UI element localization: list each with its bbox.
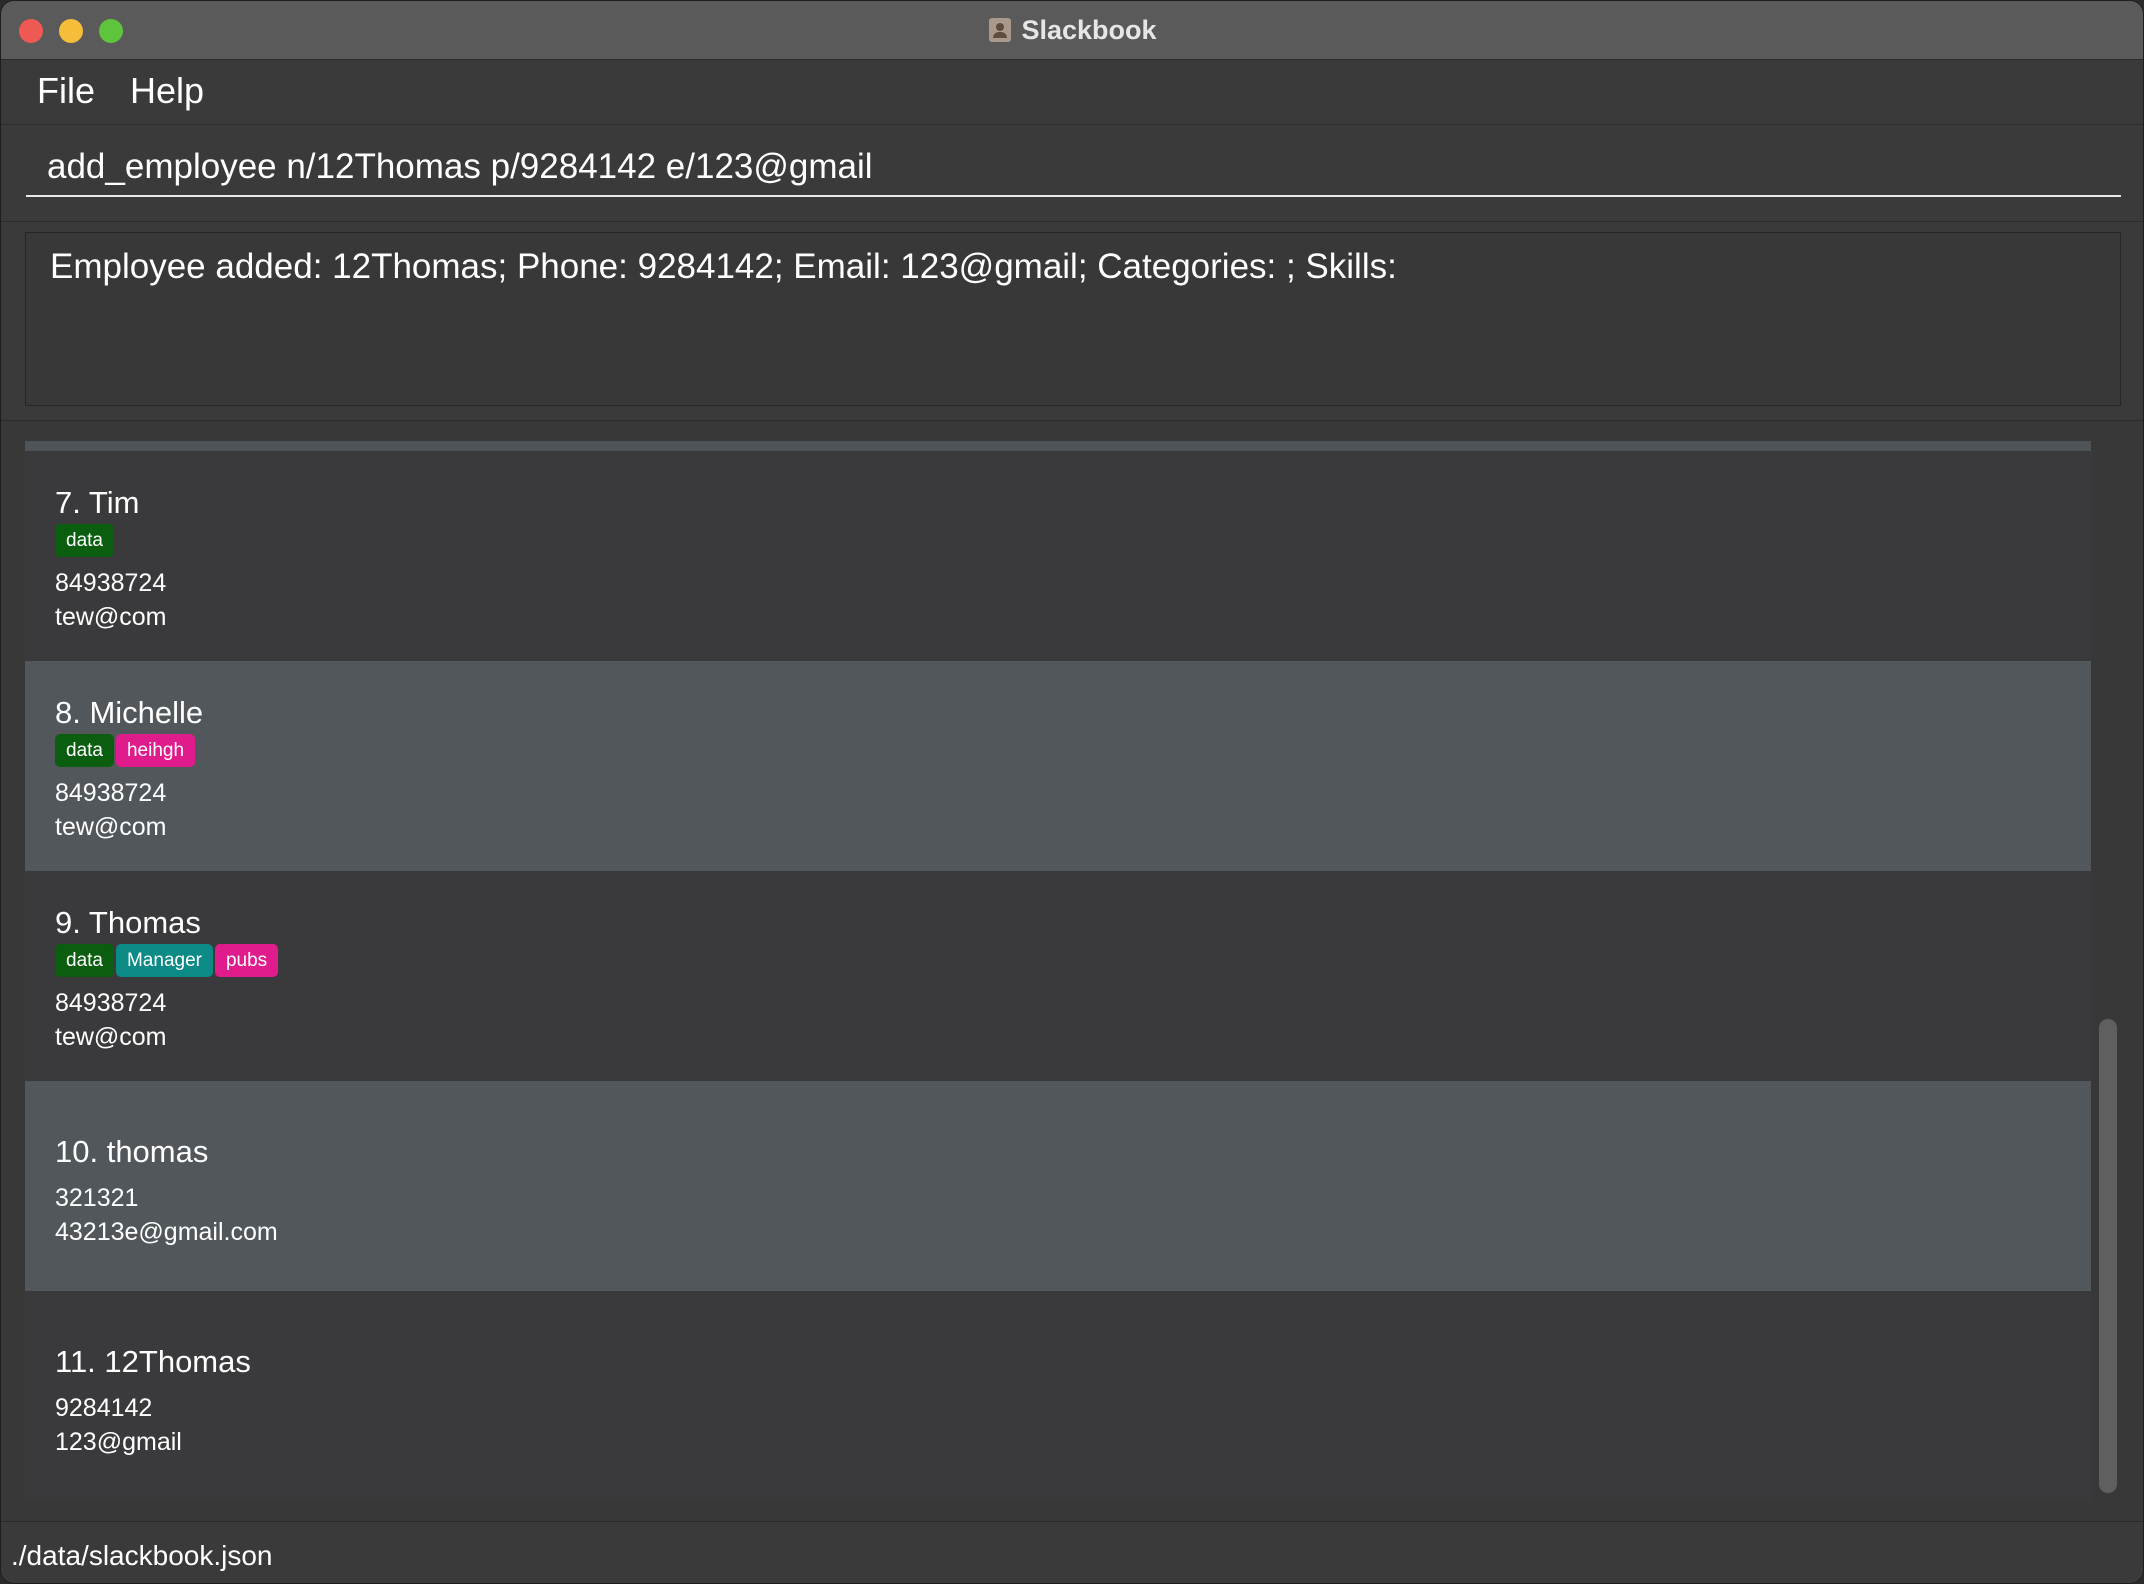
- command-box-panel: [1, 125, 2143, 222]
- employee-tags: data: [55, 524, 114, 557]
- employee-list[interactable]: 7. Tim data 84938724 tew@com 8. Michelle data…: [25, 441, 2091, 1521]
- employee-email: tew@com: [55, 1023, 167, 1051]
- employee-phone: 9284142: [55, 1394, 153, 1422]
- result-display-panel: Employee added: 12Thomas; Phone: 9284142…: [1, 222, 2143, 421]
- employee-email: 123@gmail: [55, 1428, 182, 1456]
- employee-name: 7. Tim: [55, 485, 140, 520]
- employee-phone: 84938724: [55, 989, 167, 1017]
- menu-file[interactable]: File: [37, 70, 95, 112]
- employee-email: tew@com: [55, 813, 167, 841]
- category-tag: data: [55, 524, 114, 557]
- window-title: Slackbook: [1021, 14, 1157, 45]
- menu-help[interactable]: Help: [130, 70, 204, 112]
- title-bar[interactable]: Slackbook: [1, 1, 2143, 60]
- employee-card[interactable]: 8. Michelle data heihgh 84938724 tew@com: [25, 661, 2091, 871]
- employee-name: 9. Thomas: [55, 905, 201, 940]
- employee-card[interactable]: 10. thomas 321321 43213e@gmail.com: [25, 1081, 2091, 1291]
- employee-phone: 84938724: [55, 779, 167, 807]
- window-title-group: Slackbook: [1, 1, 2143, 59]
- employee-tags: data heihgh: [55, 734, 196, 767]
- employee-list-panel: 7. Tim data 84938724 tew@com 8. Michelle data…: [1, 421, 2143, 1521]
- category-tag: data: [55, 734, 114, 767]
- status-bar: ./data/slackbook.json: [1, 1521, 2143, 1583]
- app-window: Slackbook File Help Employee added: 12Th…: [0, 0, 2144, 1584]
- category-tag: Manager: [115, 944, 213, 977]
- employee-card[interactable]: 9. Thomas data Manager pubs 84938724 tew@com: [25, 871, 2091, 1081]
- employee-name: 10. thomas: [55, 1134, 209, 1169]
- employee-card[interactable]: 11. 12Thomas 9284142 123@gmail: [25, 1291, 2091, 1501]
- scrollbar-thumb[interactable]: [2099, 1019, 2117, 1493]
- menu-bar: File Help: [1, 60, 2143, 125]
- save-file-path: ./data/slackbook.json: [11, 1540, 273, 1571]
- employee-name: 11. 12Thomas: [55, 1344, 251, 1379]
- result-display[interactable]: Employee added: 12Thomas; Phone: 9284142…: [25, 232, 2121, 406]
- category-tag: heihgh: [115, 734, 196, 767]
- contacts-book-icon: [989, 18, 1012, 42]
- category-tag: data: [55, 944, 114, 977]
- employee-name: 8. Michelle: [55, 695, 204, 730]
- employee-email: tew@com: [55, 603, 167, 631]
- employee-email: 43213e@gmail.com: [55, 1218, 278, 1246]
- employee-phone: 321321: [55, 1184, 139, 1212]
- employee-card[interactable]: 7. Tim data 84938724 tew@com: [25, 451, 2091, 661]
- list-top-divider: [25, 441, 2091, 451]
- command-input[interactable]: [26, 139, 2121, 197]
- employee-tags: data Manager pubs: [55, 944, 279, 977]
- employee-phone: 84938724: [55, 569, 167, 597]
- category-tag: pubs: [214, 944, 279, 977]
